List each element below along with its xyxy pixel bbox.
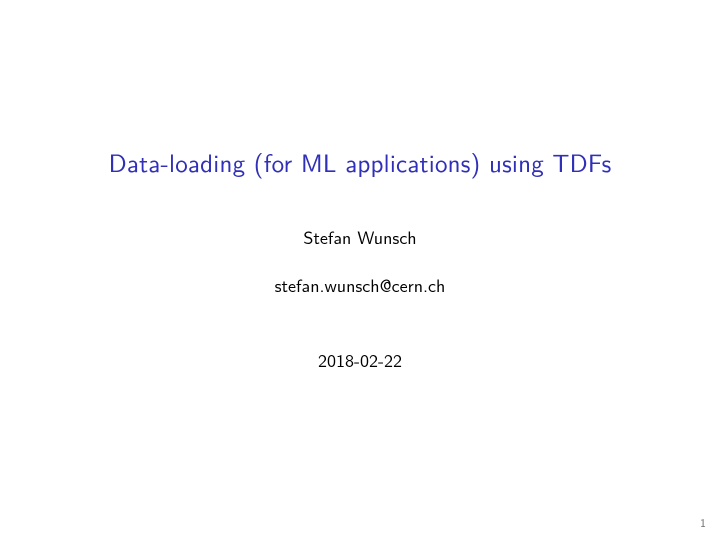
author-email: stefan.wunsch@cern.ch [0,271,720,298]
slide-title: Data-loading (for ML applications) using… [0,143,720,180]
title-slide: Data-loading (for ML applications) using… [0,0,720,541]
author-name: Stefan Wunsch [0,223,720,250]
page-number: 1 [700,513,706,531]
slide-date: 2018-02-22 [0,346,720,373]
